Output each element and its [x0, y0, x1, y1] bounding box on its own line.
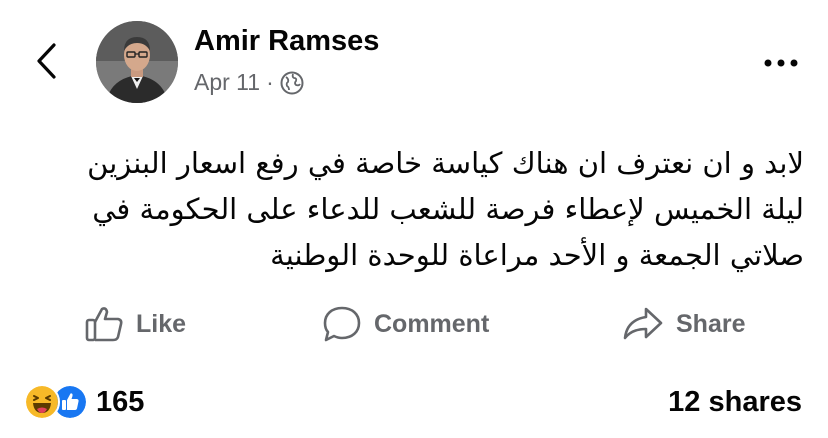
- share-button[interactable]: Share: [622, 296, 745, 352]
- comment-button[interactable]: Comment: [322, 296, 489, 352]
- comment-label: Comment: [374, 309, 490, 338]
- back-button[interactable]: [26, 38, 66, 84]
- shares-count[interactable]: 12 shares: [668, 386, 802, 419]
- post-actions-bar: Like Comment Share: [0, 296, 828, 352]
- globe-icon: [280, 71, 304, 94]
- post-text: لابد و ان نعترف ان هناك كياسة خاصة في رف…: [30, 140, 804, 278]
- chevron-left-icon: [37, 43, 56, 79]
- like-label: Like: [136, 309, 187, 338]
- post-text-line: صلاتي الجمعة و الأحد مراعاة للوحدة الوطن…: [270, 238, 804, 272]
- meta-separator: ·: [266, 69, 274, 95]
- profile-photo: [96, 21, 178, 103]
- share-arrow-icon: [623, 307, 663, 340]
- post-text-line: ليلة الخميس لإعطاء فرصة للشعب للدعاء على…: [92, 192, 804, 226]
- reaction-count: 165: [96, 385, 145, 418]
- author-name[interactable]: Amir Ramses: [194, 25, 379, 58]
- haha-icon: [24, 384, 60, 420]
- comment-icon: [323, 306, 361, 342]
- post-meta: Apr 11 ·: [194, 69, 304, 96]
- avatar[interactable]: [96, 21, 178, 103]
- reactions-summary[interactable]: 165: [24, 384, 144, 420]
- share-label: Share: [676, 309, 746, 338]
- more-options-button[interactable]: [758, 48, 804, 78]
- thumbs-up-icon: [85, 307, 123, 342]
- post-text-line: لابد و ان نعترف ان هناك كياسة خاصة في رف…: [87, 146, 804, 180]
- like-button[interactable]: Like: [84, 296, 186, 352]
- post-timestamp[interactable]: Apr 11: [194, 69, 260, 96]
- more-dots-icon: [764, 59, 798, 67]
